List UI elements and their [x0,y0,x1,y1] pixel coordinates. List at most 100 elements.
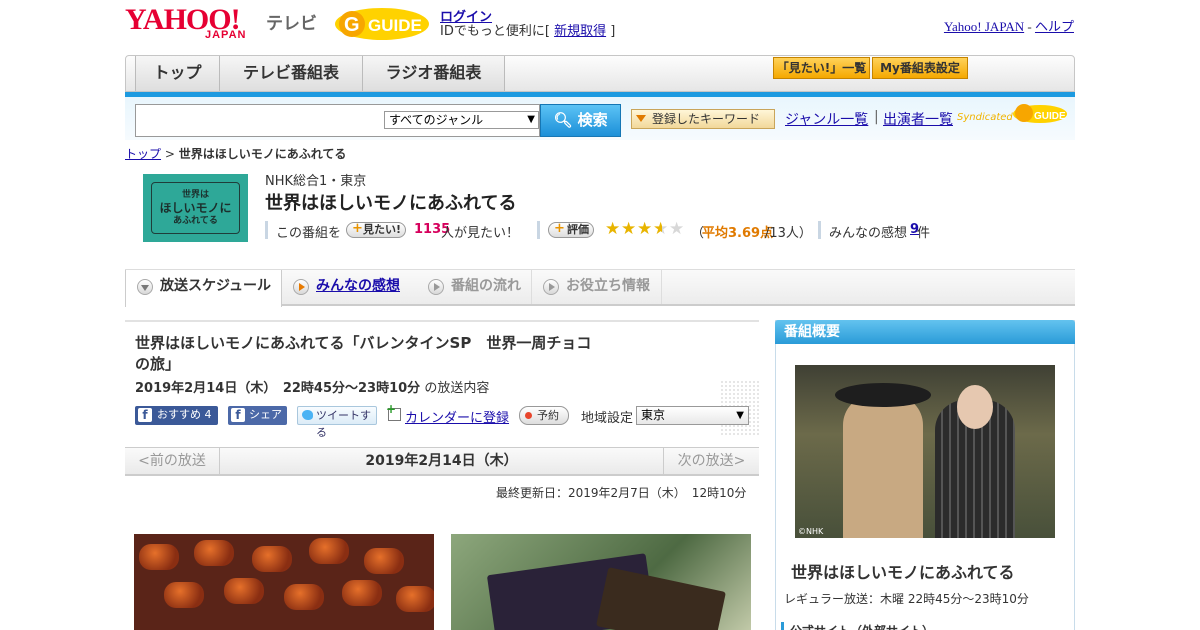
tab-info[interactable]: お役立ち情報 [532,270,662,304]
facebook-recommend-count: 4 [204,408,212,421]
episode-title: 世界はほしいモノにあふれてる「バレンタインSP 世界一周チョコの旅」 [135,334,592,373]
star-icon: ★ [637,219,653,239]
tab-schedule-label: 放送スケジュール [160,278,272,294]
this-program-label: この番組を [276,226,342,241]
chevron-down-icon: ▼ [527,114,535,125]
gguide-small-logo: GUIDE [1013,104,1067,123]
login-prompt-text: IDでもっと便利に[ [440,24,550,39]
chocolate-photo-1 [134,534,434,630]
program-summary-heading: 番組概要 [775,320,1075,344]
station-label: NHK総合1・東京 [265,174,367,189]
breadcrumb: トップ > 世界はほしいモノにあふれてる [125,145,346,162]
program-tabs: 放送スケジュール みんなの感想 番組の流れ お役立ち情報 [125,270,1075,307]
tab-info-label: お役立ち情報 [566,278,650,294]
login-prompt: IDでもっと便利に[ 新規取得 ] [440,20,615,39]
rate-button[interactable]: 評価 [548,222,594,238]
play-arrow-icon [293,279,309,295]
yahoo-japan-link[interactable]: Yahoo! JAPAN [944,19,1024,34]
login-prompt-close: ] [610,24,616,39]
chocolate-photo-2 [451,534,751,630]
episode-datetime-suffix: の放送内容 [424,381,490,396]
keywords-button[interactable]: 登録したキーワード [631,109,775,129]
star-icon: ★ [621,219,637,239]
watchlist-button[interactable]: 「見たい!」一覧 [773,57,870,79]
tab-reviews-label: みんなの感想 [316,278,400,294]
play-arrow-icon [543,279,559,295]
mitai-button[interactable]: 見たい! [346,222,407,238]
rating-average: 平均3.69点 [702,226,774,241]
stat-divider [818,221,821,239]
nav-tab-radio[interactable]: ラジオ番組表 [363,56,505,91]
facebook-share-button[interactable]: f シェア [228,406,287,425]
star-icon: ★ [605,219,621,239]
photo-credit: ©NHK [798,527,824,536]
mitai-suffix: 人が見たい！ [441,226,520,241]
tv-label: テレビ [266,14,317,34]
search-button-label: 検索 [577,111,608,129]
genre-select[interactable]: すべてのジャンル ▼ [384,111,539,129]
chocolate-shape [194,540,234,566]
summary-title: 世界はほしいモノにあふれてる [791,563,1015,582]
search-icon: 🔍︎ [553,111,573,129]
program-thumbnail: 世界は ほしいモノに あふれてる [143,174,248,242]
region-select-value: 東京 [641,408,666,422]
hat-shape [835,383,931,407]
tab-schedule[interactable]: 放送スケジュール [125,270,282,307]
program-title: 世界はほしいモノにあふれてる [265,193,517,214]
program-thumbnail-logo: 世界は ほしいモノに あふれてる [151,182,240,234]
tweet-button[interactable]: ツイートする [297,406,377,439]
prev-broadcast-link[interactable]: <前の放送 [125,448,220,475]
twitter-icon [302,410,313,420]
thumbnail-text-1: 世界は [181,189,209,200]
keywords-button-label: 登録したキーワード [652,112,761,126]
social-actions: f おすすめ 4 f シェア ツイートする カレンダーに登録 予約 地域設定 東… [135,402,755,439]
play-arrow-icon [428,279,444,295]
dropdown-triangle-icon [636,115,646,122]
episode-datetime: 2019年2月14日（木） 22時45分～23時10分 の放送内容 [135,377,489,396]
chocolate-shape [164,582,204,608]
thumbnail-text-3: あふれてる [173,215,218,226]
gguide-logo[interactable]: G GUIDE [334,5,430,41]
breadcrumb-current: 世界はほしいモノにあふれてる [178,147,347,161]
chevron-down-icon: ▼ [736,410,744,421]
reserve-button[interactable]: 予約 [519,406,569,425]
chocolate-shape [364,548,404,574]
syndicated-label: Syndicated [957,112,1013,123]
search-link-separator: | [874,109,879,125]
gguide-small-logo-text: GUIDE [1034,111,1066,122]
genre-select-value: すべてのジャンル [389,113,484,127]
yahoo-logo-sub: JAPAN [205,29,247,41]
help-link[interactable]: ヘルプ [1035,19,1074,34]
genre-list-link[interactable]: ジャンル一覧 [785,109,868,129]
tab-flow[interactable]: 番組の流れ [417,270,532,304]
rating-count: /13人） [765,226,812,241]
facebook-recommend-label: おすすめ [157,408,201,421]
next-broadcast-link[interactable]: 次の放送> [663,448,759,475]
svg-text:G: G [344,14,360,36]
facebook-recommend-button[interactable]: f おすすめ 4 [135,406,218,425]
signup-link[interactable]: 新規取得 [554,24,606,39]
facebook-icon: f [231,408,245,422]
chocolate-shape [396,586,434,612]
nav-tab-top[interactable]: トップ [135,56,220,91]
gguide-logo-text: GUIDE [368,16,422,35]
calendar-link[interactable]: カレンダーに登録 [405,407,509,426]
breadcrumb-separator: > [164,147,175,161]
breadcrumb-home[interactable]: トップ [125,147,161,161]
program-stats: この番組を 見たい! 1135 人が見たい！ 評価 ★ ★ ★ ★ ★ （ 平均… [265,219,965,241]
chocolate-shape [139,544,179,570]
reviews-suffix: 件 [917,226,931,241]
pager-current-date: 2019年2月14日（木） [365,453,518,469]
stat-divider [537,221,540,239]
cast-list-link[interactable]: 出演者一覧 [883,109,953,129]
chocolate-shape [224,578,264,604]
stat-divider [265,221,268,239]
region-select[interactable]: 東京 ▼ [636,406,749,425]
nav-tab-tv[interactable]: テレビ番組表 [220,56,363,91]
search-button[interactable]: 🔍︎ 検索 [540,104,621,137]
official-site-link[interactable]: 公式サイト（外部サイト） [781,622,934,630]
chocolate-shape [284,584,324,610]
star-half-icon: ★ [653,219,669,239]
facebook-share-label: シェア [249,408,282,421]
my-settings-button[interactable]: My番組表設定 [872,57,968,79]
